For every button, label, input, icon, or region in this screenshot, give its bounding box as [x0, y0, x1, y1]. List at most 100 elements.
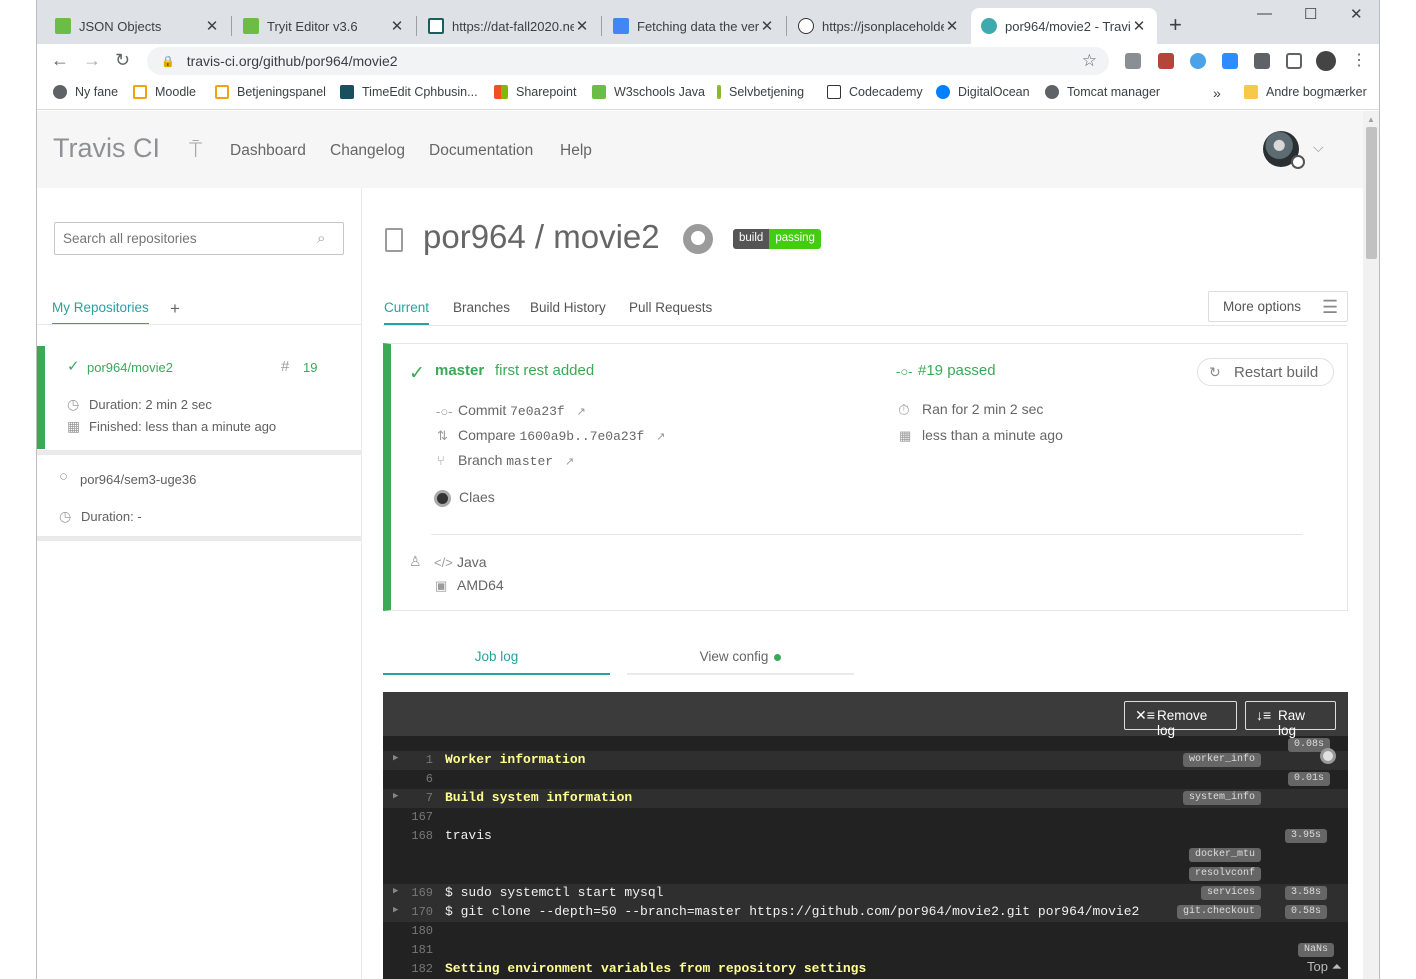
travis-logo[interactable]: Travis CI — [53, 133, 160, 164]
bookmark-star-icon[interactable]: ☆ — [1082, 51, 1097, 71]
search-input[interactable] — [54, 222, 344, 255]
tab-view-config[interactable]: View config — [627, 638, 854, 675]
tab-my-repositories[interactable]: My Repositories — [52, 300, 149, 325]
back-icon[interactable]: ← — [51, 50, 69, 71]
tab-json-objects[interactable]: JSON Objects ✕ — [45, 8, 230, 44]
search-icon[interactable]: ⌕ — [317, 230, 325, 247]
expand-arrow-icon[interactable]: ▶ — [393, 753, 398, 763]
close-tab-icon[interactable]: ✕ — [389, 17, 405, 35]
bookmark-other[interactable]: Andre bogmærker — [1244, 85, 1367, 99]
line-number[interactable]: 6 — [401, 772, 433, 786]
github-icon[interactable] — [683, 224, 713, 254]
menu-kebab-icon[interactable]: ⋮ — [1351, 50, 1367, 70]
nav-changelog[interactable]: Changelog — [330, 142, 405, 160]
tab-branches[interactable]: Branches — [453, 300, 510, 315]
nav-documentation[interactable]: Documentation — [429, 142, 533, 160]
tab-jsonplaceholder[interactable]: https://jsonplaceholder. ✕ — [788, 8, 970, 44]
line-number[interactable]: 167 — [401, 810, 433, 824]
nav-dashboard[interactable]: Dashboard — [230, 142, 306, 160]
external-link-icon[interactable]: ↗ — [656, 431, 665, 443]
compare-row[interactable]: Compare 1600a9b..7e0a23f ↗ — [458, 427, 665, 444]
line-number[interactable]: 169 — [401, 886, 433, 900]
maximize-icon[interactable]: ☐ — [1304, 5, 1317, 23]
line-number[interactable]: 182 — [401, 962, 433, 976]
raw-log-button[interactable]: ↓≡ Raw log — [1245, 701, 1336, 738]
close-tab-icon[interactable]: ✕ — [574, 17, 590, 35]
line-number[interactable]: 170 — [401, 905, 433, 919]
close-tab-icon[interactable]: ✕ — [204, 17, 220, 35]
external-link-icon[interactable]: ↗ — [577, 406, 586, 418]
bookmarks-overflow[interactable]: » — [1213, 85, 1221, 101]
build-status[interactable]: #19 passed — [918, 362, 996, 379]
bookmark-codecademy[interactable]: Codecademy — [827, 85, 923, 99]
external-link-icon[interactable]: ↗ — [565, 456, 574, 468]
line-number[interactable]: 180 — [401, 924, 433, 938]
bookmark-betjeningspanel[interactable]: Betjeningspanel — [215, 85, 326, 99]
bookmark-tomcat[interactable]: Tomcat manager — [1045, 85, 1160, 99]
folder-icon — [215, 85, 229, 99]
page-scrollbar[interactable]: ▲ — [1363, 111, 1379, 979]
line-number[interactable]: 168 — [401, 829, 433, 843]
tab-tryit-editor[interactable]: Tryit Editor v3.6 ✕ — [233, 8, 415, 44]
build-number[interactable]: 19 — [303, 360, 317, 375]
broadcast-icon[interactable]: ⍑ — [189, 137, 202, 163]
add-repository-button[interactable]: + — [170, 299, 180, 319]
ran-for: Ran for 2 min 2 sec — [922, 401, 1044, 417]
close-tab-icon[interactable]: ✕ — [759, 17, 775, 35]
repo-item-sem3-uge36[interactable]: ○ por964/sem3-uge36 ◷ Duration: - — [37, 455, 362, 535]
repo-name[interactable]: por964/sem3-uge36 — [80, 472, 196, 487]
tab-travis-active[interactable]: por964/movie2 - Travis ✕ — [971, 8, 1157, 44]
line-number[interactable]: 7 — [401, 791, 433, 805]
commit-sha[interactable]: 7e0a23f — [510, 404, 565, 419]
minimize-icon[interactable]: — — [1257, 5, 1272, 22]
bookmark-ny-fane[interactable]: Ny fane — [53, 85, 118, 99]
tab-job-log[interactable]: Job log — [383, 638, 610, 675]
build-status-badge[interactable]: build passing — [733, 229, 821, 249]
tab-current[interactable]: Current — [384, 300, 430, 325]
commit-row[interactable]: Commit 7e0a23f ↗ — [458, 402, 586, 419]
reload-icon[interactable]: ↻ — [115, 50, 130, 71]
compare-range[interactable]: 1600a9b..7e0a23f — [519, 429, 644, 444]
scroll-up-icon[interactable]: ▲ — [1367, 115, 1375, 124]
bookmark-moodle[interactable]: Moodle — [133, 85, 196, 99]
tab-dat-fall2020[interactable]: https://dat-fall2020.net ✕ — [418, 8, 600, 44]
chevron-down-icon[interactable]: ⌵ — [1313, 139, 1324, 156]
cloud-icon[interactable] — [1190, 53, 1206, 69]
expand-arrow-icon[interactable]: ▶ — [393, 791, 398, 801]
close-tab-icon[interactable]: ✕ — [1131, 17, 1147, 35]
line-number[interactable]: 181 — [401, 943, 433, 957]
address-bar[interactable]: 🔒 travis-ci.org/github/por964/movie2 ☆ — [147, 47, 1109, 75]
bookmark-timeedit[interactable]: TimeEdit Cphbusin... — [340, 85, 478, 99]
tab-build-history[interactable]: Build History — [530, 300, 606, 315]
line-number[interactable]: 1 — [401, 753, 433, 767]
branch-row[interactable]: Branch master ↗ — [458, 452, 574, 469]
repo-item-movie2[interactable]: ✓ por964/movie2 # 19 ◷ Duration: 2 min 2… — [37, 346, 362, 449]
branch-value[interactable]: master — [506, 454, 553, 469]
tab-fetching-data[interactable]: Fetching data the very ✕ — [603, 8, 785, 44]
bookmark-sharepoint[interactable]: Sharepoint — [494, 85, 576, 99]
expand-arrow-icon[interactable]: ▶ — [393, 886, 398, 896]
bookmark-w3schools[interactable]: W3schools Java — [592, 85, 705, 99]
cast-icon[interactable] — [1286, 53, 1302, 69]
remove-log-button[interactable]: ✕≡ Remove log — [1124, 701, 1237, 738]
zoom-icon[interactable] — [1222, 53, 1238, 69]
hamburger-icon[interactable]: ☰ — [1322, 297, 1338, 318]
new-tab-button[interactable]: + — [1169, 12, 1182, 38]
profile-avatar[interactable] — [1316, 51, 1336, 71]
bookmark-digitalocean[interactable]: DigitalOcean — [936, 85, 1030, 99]
extensions-icon[interactable] — [1254, 53, 1270, 69]
bookmark-selvbetjening[interactable]: Selvbetjening — [717, 85, 804, 99]
close-tab-icon[interactable]: ✕ — [944, 17, 960, 35]
expand-arrow-icon[interactable]: ▶ — [393, 905, 398, 915]
scrollbar-thumb[interactable] — [1366, 127, 1377, 259]
close-window-icon[interactable]: ✕ — [1350, 5, 1363, 23]
tab-pull-requests[interactable]: Pull Requests — [629, 300, 712, 315]
log-follow-toggle[interactable] — [1320, 748, 1336, 764]
nav-help[interactable]: Help — [560, 142, 592, 160]
branch-name[interactable]: master — [435, 362, 484, 379]
repo-name[interactable]: por964/movie2 — [87, 360, 173, 375]
forward-icon[interactable]: → — [83, 50, 101, 71]
dropbox-icon[interactable] — [1125, 53, 1141, 69]
pdf-icon[interactable] — [1158, 53, 1174, 69]
scroll-top-link[interactable]: Top ⏶ — [1307, 959, 1342, 975]
